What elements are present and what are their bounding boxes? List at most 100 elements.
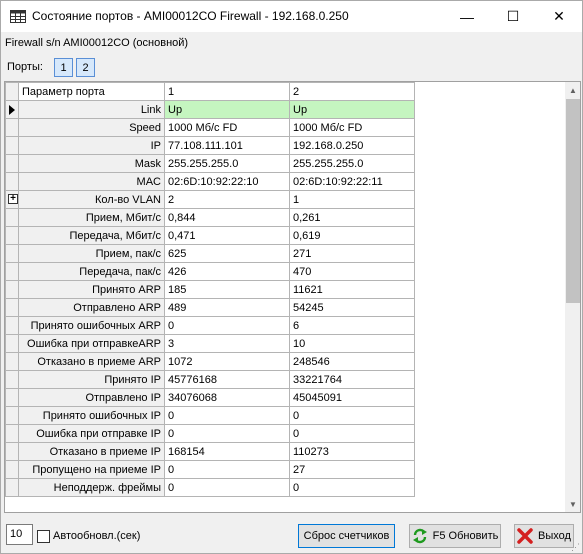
port-1-value-cell[interactable]: 45776168: [164, 370, 290, 389]
port-2-value-cell[interactable]: 0,261: [289, 208, 415, 227]
port-2-value-cell[interactable]: 470: [289, 262, 415, 281]
port-2-value-cell[interactable]: 27: [289, 460, 415, 479]
port-2-value-cell[interactable]: 45045091: [289, 388, 415, 407]
port-1-value-cell[interactable]: 1072: [164, 352, 290, 371]
row-indicator[interactable]: [5, 478, 19, 497]
refresh-interval-input[interactable]: 10: [6, 524, 33, 545]
port-1-value-cell[interactable]: 0: [164, 316, 290, 335]
scroll-up-icon[interactable]: ▲: [565, 82, 580, 98]
row-indicator[interactable]: [5, 118, 19, 137]
port-2-value-cell[interactable]: 02:6D:10:92:22:11: [289, 172, 415, 191]
row-indicator[interactable]: [5, 100, 19, 119]
table-row[interactable]: Принято ошибочных ARP 0 6: [5, 316, 415, 335]
scroll-thumb[interactable]: [566, 99, 580, 303]
table-row[interactable]: Отправлено IP 34076068 45045091: [5, 388, 415, 407]
table-row[interactable]: Ошибка при отправкеARP 3 10: [5, 334, 415, 353]
port-1-value-cell[interactable]: 2: [164, 190, 290, 209]
resize-grip[interactable]: ⋰: [571, 542, 580, 553]
port-2-value-cell[interactable]: 11621: [289, 280, 415, 299]
port-2-value-cell[interactable]: 192.168.0.250: [289, 136, 415, 155]
vertical-scrollbar[interactable]: ▲ ▼: [565, 82, 580, 512]
column-header-port-2[interactable]: 2: [289, 82, 415, 101]
port-1-value-cell[interactable]: 77.108.111.101: [164, 136, 290, 155]
row-indicator[interactable]: [5, 154, 19, 173]
row-indicator[interactable]: [5, 460, 19, 479]
port-1-value-cell[interactable]: 0,471: [164, 226, 290, 245]
port-1-value-cell[interactable]: 0: [164, 460, 290, 479]
row-indicator[interactable]: [5, 442, 19, 461]
row-indicator[interactable]: [5, 262, 19, 281]
port-2-value-cell[interactable]: 110273: [289, 442, 415, 461]
port-1-value-cell[interactable]: 255.255.255.0: [164, 154, 290, 173]
row-indicator[interactable]: [5, 298, 19, 317]
row-indicator[interactable]: [5, 280, 19, 299]
row-indicator[interactable]: [5, 388, 19, 407]
port-1-value-cell[interactable]: 0,844: [164, 208, 290, 227]
table-row[interactable]: Прием, Мбит/с 0,844 0,261: [5, 208, 415, 227]
close-button[interactable]: ✕: [536, 1, 582, 32]
reset-counters-button[interactable]: Сброс счетчиков: [298, 524, 395, 548]
table-row[interactable]: Mask 255.255.255.0 255.255.255.0: [5, 154, 415, 173]
port-1-value-cell[interactable]: 0: [164, 406, 290, 425]
port-1-value-cell[interactable]: Up: [164, 100, 290, 119]
row-indicator[interactable]: [5, 316, 19, 335]
port-2-value-cell[interactable]: 248546: [289, 352, 415, 371]
port-2-value-cell[interactable]: 1: [289, 190, 415, 209]
port-1-value-cell[interactable]: 625: [164, 244, 290, 263]
table-row[interactable]: Прием, пак/с 625 271: [5, 244, 415, 263]
table-row[interactable]: Передача, пак/с 426 470: [5, 262, 415, 281]
port-1-value-cell[interactable]: 02:6D:10:92:22:10: [164, 172, 290, 191]
table-row[interactable]: Speed 1000 Мб/с FD 1000 Мб/с FD: [5, 118, 415, 137]
table-row[interactable]: Ошибка при отправке IP 0 0: [5, 424, 415, 443]
expand-plus-icon[interactable]: +: [8, 194, 18, 204]
row-indicator[interactable]: +: [5, 190, 19, 209]
table-row[interactable]: MAC 02:6D:10:92:22:10 02:6D:10:92:22:11: [5, 172, 415, 191]
exit-button[interactable]: Выход: [514, 524, 574, 548]
column-header-param[interactable]: Параметр порта: [18, 82, 165, 101]
table-row[interactable]: Отказано в приеме IP 168154 110273: [5, 442, 415, 461]
row-indicator[interactable]: [5, 136, 19, 155]
refresh-button[interactable]: F5 Обновить: [409, 524, 501, 548]
minimize-button[interactable]: —: [444, 1, 490, 32]
table-row[interactable]: Отказано в приеме ARP 1072 248546: [5, 352, 415, 371]
table-row[interactable]: Принято ARP 185 11621: [5, 280, 415, 299]
table-row[interactable]: IP 77.108.111.101 192.168.0.250: [5, 136, 415, 155]
maximize-button[interactable]: ☐: [490, 1, 536, 32]
port-2-value-cell[interactable]: 1000 Мб/с FD: [289, 118, 415, 137]
table-row[interactable]: Принято ошибочных IP 0 0: [5, 406, 415, 425]
port-1-value-cell[interactable]: 0: [164, 424, 290, 443]
port-2-value-cell[interactable]: 271: [289, 244, 415, 263]
port-2-value-cell[interactable]: 10: [289, 334, 415, 353]
port-2-value-cell[interactable]: 33221764: [289, 370, 415, 389]
port-1-value-cell[interactable]: 168154: [164, 442, 290, 461]
table-row[interactable]: Принято IP 45776168 33221764: [5, 370, 415, 389]
row-indicator[interactable]: [5, 226, 19, 245]
port-2-value-cell[interactable]: 6: [289, 316, 415, 335]
port-1-value-cell[interactable]: 3: [164, 334, 290, 353]
table-row[interactable]: + Кол-во VLAN 2 1: [5, 190, 415, 209]
port-1-value-cell[interactable]: 185: [164, 280, 290, 299]
row-indicator[interactable]: [5, 406, 19, 425]
row-indicator[interactable]: [5, 208, 19, 227]
row-indicator[interactable]: [5, 244, 19, 263]
table-row[interactable]: Неподдерж. фреймы 0 0: [5, 478, 415, 497]
column-header-port-1[interactable]: 1: [164, 82, 290, 101]
port-2-value-cell[interactable]: 0: [289, 424, 415, 443]
port-1-value-cell[interactable]: 489: [164, 298, 290, 317]
port-2-value-cell[interactable]: 0: [289, 406, 415, 425]
port-1-button[interactable]: 1: [54, 58, 73, 77]
row-indicator[interactable]: [5, 370, 19, 389]
port-2-value-cell[interactable]: 0,619: [289, 226, 415, 245]
row-indicator[interactable]: [5, 172, 19, 191]
port-2-value-cell[interactable]: 54245: [289, 298, 415, 317]
port-1-value-cell[interactable]: 0: [164, 478, 290, 497]
table-row[interactable]: Link Up Up: [5, 100, 415, 119]
row-indicator[interactable]: [5, 352, 19, 371]
auto-refresh-checkbox[interactable]: [37, 530, 50, 543]
port-1-value-cell[interactable]: 1000 Мб/с FD: [164, 118, 290, 137]
row-indicator[interactable]: [5, 334, 19, 353]
port-1-value-cell[interactable]: 426: [164, 262, 290, 281]
port-2-button[interactable]: 2: [76, 58, 95, 77]
port-1-value-cell[interactable]: 34076068: [164, 388, 290, 407]
port-2-value-cell[interactable]: 0: [289, 478, 415, 497]
